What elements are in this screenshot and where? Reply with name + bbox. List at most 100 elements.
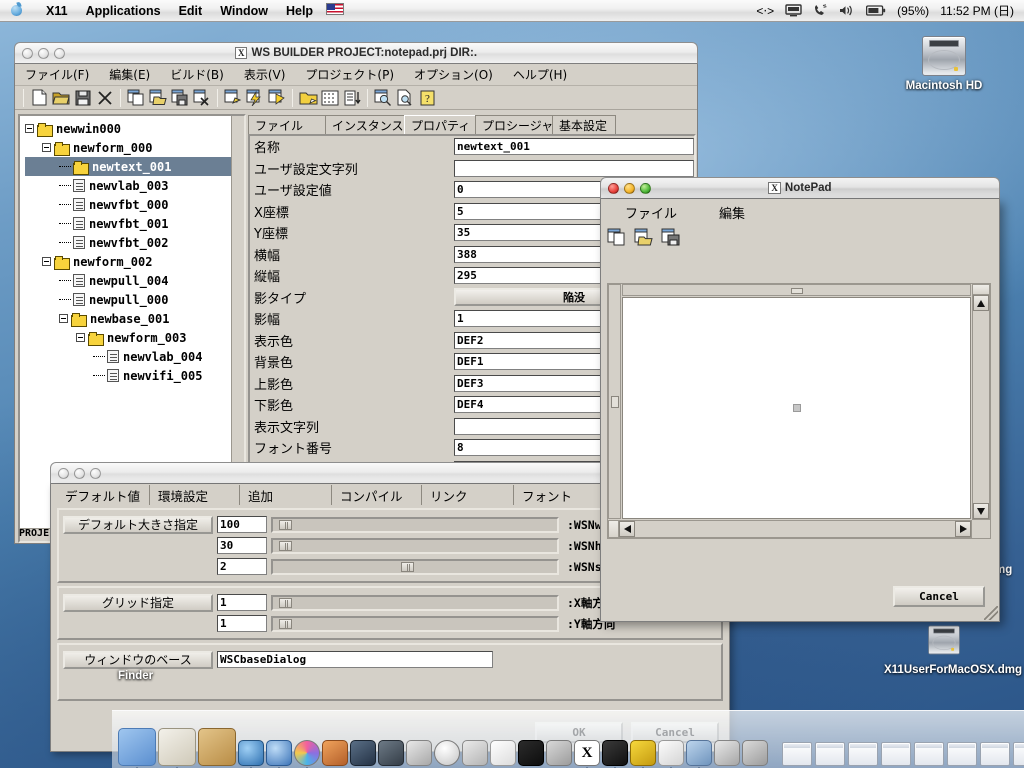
wsb-menu-edit[interactable]: 編集(E) [99,66,160,83]
tree-item-newtext_001[interactable]: newtext_001 [25,157,233,176]
tree-item-newpull_004[interactable]: newpull_004 [25,271,233,290]
open-window-icon[interactable] [634,228,654,251]
itunes-icon[interactable] [294,740,320,766]
tree-item-newvifi_005[interactable]: newvifi_005 [25,366,233,385]
close-button[interactable] [58,468,69,479]
property-input[interactable]: newtext_001 [454,138,694,155]
wsb-menu-project[interactable]: プロジェクト(P) [295,66,404,83]
zoom-button[interactable] [90,468,101,479]
grid-y-input[interactable]: 1 [217,615,267,632]
graphics-icon[interactable] [714,740,740,766]
sherlock-icon[interactable] [238,740,264,766]
wsbuilder-titlebar[interactable]: X WS BUILDER PROJECT:notepad.prj DIR:. [14,42,698,64]
finder-icon[interactable] [118,728,156,766]
clock-icon[interactable] [434,740,460,766]
minimize-button[interactable] [74,468,85,479]
tree-expander-icon[interactable] [25,124,34,133]
notes-icon[interactable] [658,740,684,766]
property-tab-3[interactable]: プロシージャ [475,115,553,134]
grid-x-slider[interactable] [271,595,559,611]
dock-minimized-window[interactable] [848,742,878,766]
wsb-menu-help[interactable]: ヘルプ(H) [503,66,577,83]
notepad-vertical-scrollbar[interactable] [972,284,990,520]
mail-icon[interactable] [158,728,196,766]
dock-minimized-window[interactable] [1013,742,1024,766]
apple-menu-icon[interactable] [10,2,23,20]
minimize-button[interactable] [38,48,49,59]
notepad-text-area[interactable] [607,283,991,539]
window-base-input[interactable]: WSCbaseDialog [217,651,493,668]
notepad-menu-edit[interactable]: 編集 [709,203,755,222]
zoom-button[interactable] [640,183,651,194]
scroll-left-arrow-icon[interactable] [619,521,635,537]
wsnheight-input[interactable]: 30 [217,537,267,554]
close-button[interactable] [22,48,33,59]
new-window-icon[interactable] [607,228,627,251]
property-tabs[interactable]: ファイルインスタンスプロパティプロシージャ基本設定 [248,114,696,134]
address-book-icon[interactable] [198,728,236,766]
settings-tab-4[interactable]: リンク [421,485,513,505]
wsb-menu-view[interactable]: 表示(V) [234,66,296,83]
default-size-label[interactable]: デフォルト大きさ指定 [63,516,213,534]
internet-explorer-icon[interactable] [266,740,292,766]
print-center-icon[interactable] [406,740,432,766]
wsnwidth-slider[interactable] [271,517,559,533]
tree-item-newvlab_004[interactable]: newvlab_004 [25,347,233,366]
us-flag-icon[interactable] [326,3,344,18]
property-tab-4[interactable]: 基本設定 [552,115,616,134]
property-tab-0[interactable]: ファイル [248,115,326,134]
displays-arrows-icon[interactable]: <‧> [756,4,774,18]
open-window-icon[interactable] [147,88,169,108]
dock-minimized-window[interactable] [947,742,977,766]
menu-item-applications[interactable]: Applications [77,4,170,18]
minimize-button[interactable] [624,183,635,194]
tree-item-newvfbt_000[interactable]: newvfbt_000 [25,195,233,214]
settings-window-controls[interactable] [58,468,101,479]
settings-tab-1[interactable]: 環境設定 [149,485,239,505]
tree-item-newform_002[interactable]: newform_002 [25,252,233,271]
dock-minimized-window[interactable] [782,742,812,766]
speaker-volume-icon[interactable] [839,4,855,17]
preview-window-icon[interactable] [372,88,394,108]
copy-window-icon[interactable] [125,88,147,108]
battery-icon[interactable] [866,5,886,16]
dock-minimized-window[interactable] [881,742,911,766]
notepad-window[interactable]: X NotePad ファイル 編集 [600,177,1000,622]
tree-item-newvfbt_002[interactable]: newvfbt_002 [25,233,233,252]
save-floppy-icon[interactable] [72,88,94,108]
scroll-up-arrow-icon[interactable] [973,295,989,311]
scroll-right-arrow-icon[interactable] [955,521,971,537]
grid-label[interactable]: グリッド指定 [63,594,213,612]
imovie-icon[interactable] [350,740,376,766]
desktop-icon-x11user-dmg[interactable]: X11UserForMacOSX.dmg [884,618,1004,676]
build-lightning-icon[interactable] [244,88,266,108]
save-window-icon[interactable] [169,88,191,108]
desktop-icon-macintosh-hd[interactable]: Macintosh HD [884,34,1004,92]
tree-expander-icon[interactable] [42,257,51,266]
tree-expander-icon[interactable] [76,333,85,342]
tree-item-newpull_000[interactable]: newpull_000 [25,290,233,309]
modem-phone-icon[interactable] [813,4,828,17]
help-question-icon[interactable]: ? [416,88,438,108]
wsb-menu-option[interactable]: オプション(O) [404,66,503,83]
preview-icon[interactable] [686,740,712,766]
dock-minimized-window[interactable] [914,742,944,766]
property-tab-1[interactable]: インスタンス [325,115,405,134]
scroll-down-arrow-icon[interactable] [973,503,989,519]
menu-item-window[interactable]: Window [211,4,277,18]
wsnshadow-input[interactable]: 2 [217,558,267,575]
resize-grip-icon[interactable] [984,606,998,620]
tree-item-newform_003[interactable]: newform_003 [25,328,233,347]
wsnheight-slider[interactable] [271,538,559,554]
grid-x-input[interactable]: 1 [217,594,267,611]
folder-edit-icon[interactable] [297,88,319,108]
property-tab-2[interactable]: プロパティ [404,115,476,134]
iphoto-icon[interactable] [322,740,348,766]
new-document-icon[interactable] [28,88,50,108]
tree-item-newvlab_003[interactable]: newvlab_003 [25,176,233,195]
grid-y-slider[interactable] [271,616,559,632]
dock-minimized-window[interactable] [815,742,845,766]
grid-icon[interactable] [319,88,341,108]
notepad-titlebar[interactable]: X NotePad [600,177,1000,199]
tree-item-newform_000[interactable]: newform_000 [25,138,233,157]
